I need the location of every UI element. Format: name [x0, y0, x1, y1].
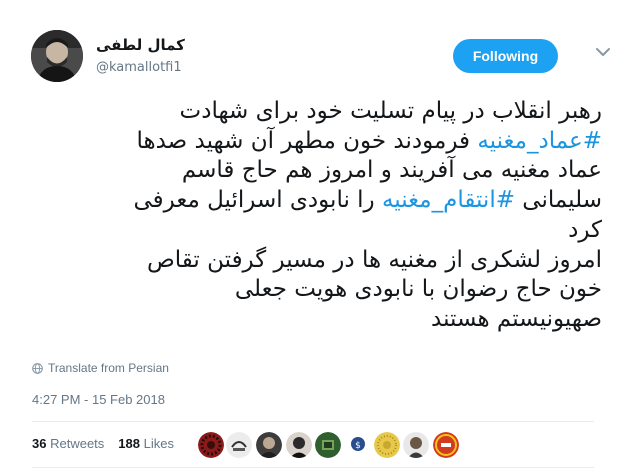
tweet-line: صهیونیستم هستند [28, 305, 602, 335]
liker-avatar[interactable]: $ [345, 432, 371, 458]
liker-avatar[interactable] [198, 432, 224, 458]
tweet-line: امروز لشکری از مغنیه ها در مسیر گرفتن تق… [28, 246, 602, 276]
author-avatar[interactable] [31, 30, 83, 82]
tweet-timestamp[interactable]: 4:27 PM - 15 Feb 2018 [32, 392, 165, 407]
liker-avatar[interactable] [374, 432, 400, 458]
tweet-text-segment: کرد [568, 216, 602, 243]
tweet-text: رهبر انقلاب در پیام تسلیت خود برای شهادت… [28, 97, 602, 335]
divider [32, 421, 594, 422]
liker-avatar[interactable] [286, 432, 312, 458]
liker-avatar[interactable] [315, 432, 341, 458]
retweets-stat[interactable]: 36 Retweets [32, 436, 104, 451]
tweet-text-segment: را نابودی اسرائیل معرفی [133, 187, 382, 214]
tweet-line: رهبر انقلاب در پیام تسلیت خود برای شهادت [28, 97, 602, 127]
tweet-line: خون حاج رضوان با نابودی هویت جعلی [28, 275, 602, 305]
retweets-count: 36 [32, 436, 47, 451]
tweet-line: سلیمانی #انتقام_مغنیه را نابودی اسرائیل … [28, 186, 602, 216]
tweet-line: عماد مغنیه می آفریند و امروز هم حاج قاسم [28, 156, 602, 186]
tweet-text-segment: سلیمانی [514, 187, 602, 214]
likes-count: 188 [118, 436, 140, 451]
tweet-text-segment: خون حاج رضوان با نابودی هویت جعلی [234, 276, 602, 303]
svg-text:$: $ [355, 441, 361, 451]
translate-link[interactable]: Translate from Persian [32, 361, 169, 375]
liker-avatar[interactable] [226, 432, 252, 458]
likes-stat[interactable]: 188 Likes [118, 436, 174, 451]
hashtag-link[interactable]: #انتقام_مغنیه [382, 187, 515, 213]
tweet-line: کرد [28, 216, 602, 246]
hashtag-link[interactable]: #عماد_مغنیه [477, 128, 602, 154]
following-button[interactable]: Following [453, 39, 558, 73]
tweet-text-segment: رهبر انقلاب در پیام تسلیت خود برای شهادت [179, 98, 602, 124]
tweet-text-segment: عماد مغنیه می آفریند و امروز هم حاج قاسم [181, 157, 602, 184]
retweets-label: Retweets [50, 436, 105, 451]
liker-avatar[interactable] [403, 432, 429, 458]
tweet-line: #عماد_مغنیه فرمودند خون مطهر آن شهید صده… [28, 127, 602, 157]
author-username[interactable]: @kamallotfi1 [96, 60, 182, 75]
liker-avatar[interactable] [433, 432, 459, 458]
author-display-name[interactable]: کمال لطفی [96, 36, 185, 54]
chevron-down-icon[interactable] [595, 46, 611, 58]
liker-avatar[interactable] [256, 432, 282, 458]
tweet-text-segment: فرمودند خون مطهر آن شهید صدها [136, 127, 478, 154]
translate-label[interactable]: Translate from Persian [48, 361, 169, 375]
globe-icon [32, 362, 43, 374]
tweet-text-segment: امروز لشکری از مغنیه ها در مسیر گرفتن تق… [146, 246, 602, 273]
tweet-stats: 36 Retweets 188 Likes [32, 436, 174, 451]
divider [32, 467, 594, 468]
likes-label: Likes [143, 436, 174, 451]
tweet-text-segment: صهیونیستم هستند [431, 305, 602, 332]
